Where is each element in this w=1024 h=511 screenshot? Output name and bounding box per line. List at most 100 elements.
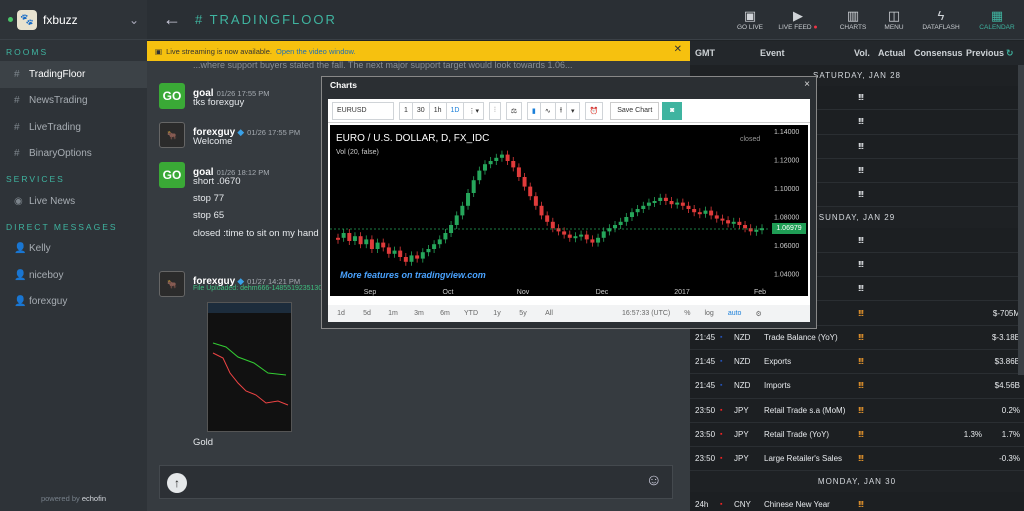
menu-button[interactable]: ◫ MENU [874,8,914,31]
calendar-row[interactable]: 23:50 ▪ JPY Large Retailer's Sales!!! -0.3% [690,447,1024,472]
interval-1[interactable]: 1 [399,101,413,120]
hash-icon: # [14,68,20,80]
price-plot[interactable]: EURO / U.S. DOLLAR, D, FX_IDC Vol (20, fa… [330,125,770,296]
powered-by-brand[interactable]: echofin [82,494,106,503]
camera-icon[interactable]: ◙ [662,101,683,120]
calendar-row[interactable]: 21:45 ▪ NZD Imports!!! $4.56B [690,374,1024,399]
chart-icon: ▥ [846,8,860,23]
sidebar-item-newstrading[interactable]: # NewsTrading [0,88,147,115]
sidebar-item-label: Kelly [29,243,51,255]
chart-type-dropdown-icon[interactable]: ▾ [566,101,580,120]
currency-code: CNY [734,499,751,509]
verified-icon: ◆ [237,127,245,137]
calendar-row[interactable]: 23:50 ▪ JPY Retail Trade (YoY)!!! 1.3% 1.7% [690,423,1024,448]
previous-message-text: ...where support buyers stated the fall.… [193,61,573,70]
range-button[interactable]: All [536,310,562,317]
candle [522,177,527,187]
sidebar-item-niceboy[interactable]: 👤 niceboy [0,262,147,289]
range-button[interactable]: 1m [380,310,406,317]
sidebar-item-label: BinaryOptions [29,148,92,160]
candle [488,161,493,165]
volatility-icon: !!! [858,499,864,509]
calendar-icon: ▦ [990,8,1004,23]
sidebar-item-forexguy[interactable]: 👤 forexguy [0,289,147,316]
calendar-row[interactable]: 23:50 ▪ JPY Retail Trade s.a (MoM)!!! 0.2% [690,399,1024,423]
live-feed-button[interactable]: ▶ LIVE FEED ● [778,8,818,31]
close-icon[interactable]: × [804,79,810,90]
refresh-icon[interactable]: ↻ [1006,48,1014,59]
scrollbar[interactable] [1018,65,1024,375]
emoji-icon[interactable]: ☺ [646,472,662,490]
range-button[interactable]: 1d [328,310,354,317]
message-composer[interactable]: ↑ ☺ [159,465,673,499]
sidebar-item-kelly[interactable]: 👤 Kelly [0,236,147,263]
charts-window[interactable]: Charts × EURUSD 1 30 1h 1D ⋮▾ ⫶ ⚖ ▮ ∿ ⫲ … [321,76,817,329]
candle [398,250,403,257]
indicators-icon[interactable]: ⫶ [488,101,501,120]
y-axis-label: 1.08000 [774,215,799,222]
sidebar-item-binaryoptions[interactable]: # BinaryOptions [0,141,147,168]
open-video-link[interactable]: Open the video window. [276,47,356,56]
workspace-switcher[interactable]: 🐾 fxbuzz ⌄ [0,0,147,40]
event-time: 24h [695,499,709,509]
calendar-row[interactable]: 24h ▪ CNY Chinese New Year!!! [690,492,1024,511]
calendar-button[interactable]: ▦ CALENDAR [977,8,1017,31]
chevron-down-icon[interactable]: ⌄ [129,13,139,27]
candle [471,180,476,193]
sidebar-item-tradingfloor[interactable]: # TradingFloor [0,61,147,88]
alert-icon[interactable]: ⏰ [584,101,604,120]
uploaded-image-thumbnail[interactable] [207,302,292,432]
settings-icon[interactable]: ⚙ [755,310,761,318]
range-button[interactable]: YTD [458,310,484,317]
candle [347,233,352,241]
sidebar-item-livetrading[interactable]: # LiveTrading [0,114,147,141]
calendar-row[interactable]: 21:45 ▪ NZD Exports!!! $3.86B [690,350,1024,375]
candle [466,193,471,206]
interval-1d[interactable]: 1D [445,101,465,120]
more-intervals-icon[interactable]: ⋮▾ [463,101,484,120]
go-live-button[interactable]: ▣ GO LIVE [730,8,770,31]
file-upload-link[interactable]: File Uploaded: dehm666-1485519235130 [193,285,322,292]
event-time: 23:50 [695,430,716,439]
percent-toggle[interactable]: % [684,310,690,317]
candle [454,215,459,225]
candle [692,209,697,213]
candle [358,236,363,245]
upload-icon[interactable]: ↑ [167,473,187,493]
range-button[interactable]: 6m [432,310,458,317]
range-button[interactable]: 1y [484,310,510,317]
range-button[interactable]: 5d [354,310,380,317]
line-icon[interactable]: ∿ [539,101,556,120]
charts-button[interactable]: ▥ CHARTS [833,8,873,31]
currency-code: NZD [734,332,751,342]
dataflash-button[interactable]: ϟ DATAFLASH [921,8,961,31]
range-button[interactable]: 3m [406,310,432,317]
online-status-icon [8,17,13,22]
avatar[interactable]: 🐂 [159,271,185,297]
avatar[interactable]: GO [159,83,185,109]
room-title: # TRADINGFLOOR [195,12,337,27]
avatar[interactable]: 🐂 [159,122,185,148]
log-toggle[interactable]: log [704,310,713,317]
interval-30[interactable]: 30 [411,101,430,120]
range-button[interactable]: 5y [510,310,536,317]
candle [624,217,629,222]
charts-window-title: Charts [330,80,357,90]
auto-toggle[interactable]: auto [728,310,742,317]
sidebar-item-live-news[interactable]: ◉ Live News [0,188,147,215]
flag-icon: ▪ [720,358,723,366]
avatar[interactable]: GO [159,162,185,188]
candle [386,247,391,254]
calendar-row[interactable]: 21:45 ▪ NZD Trade Balance (YoY)!!! $-3.18B [690,326,1024,350]
back-arrow-icon[interactable]: ← [163,9,181,30]
symbol-input[interactable]: EURUSD [332,101,394,120]
col-previous: Previous [966,48,1005,58]
sidebar: 🐾 fxbuzz ⌄ ROOMS # TradingFloor # NewsTrad… [0,0,147,511]
compare-icon[interactable]: ⚖ [505,101,522,120]
price-axis[interactable]: 1.14000 1.12000 1.10000 1.08000 1.06000 1.040… [770,125,808,296]
candles-icon[interactable]: ▮ [527,101,541,120]
save-chart-button[interactable]: Save Chart [610,101,660,120]
interval-1h[interactable]: 1h [428,101,447,120]
chart-bottom-bar: 1d 5d 1m 3m 6m YTD 1y 5y All 16:57:33 (UTC) % lo… [328,305,810,322]
close-icon[interactable]: ✕ [674,44,682,55]
